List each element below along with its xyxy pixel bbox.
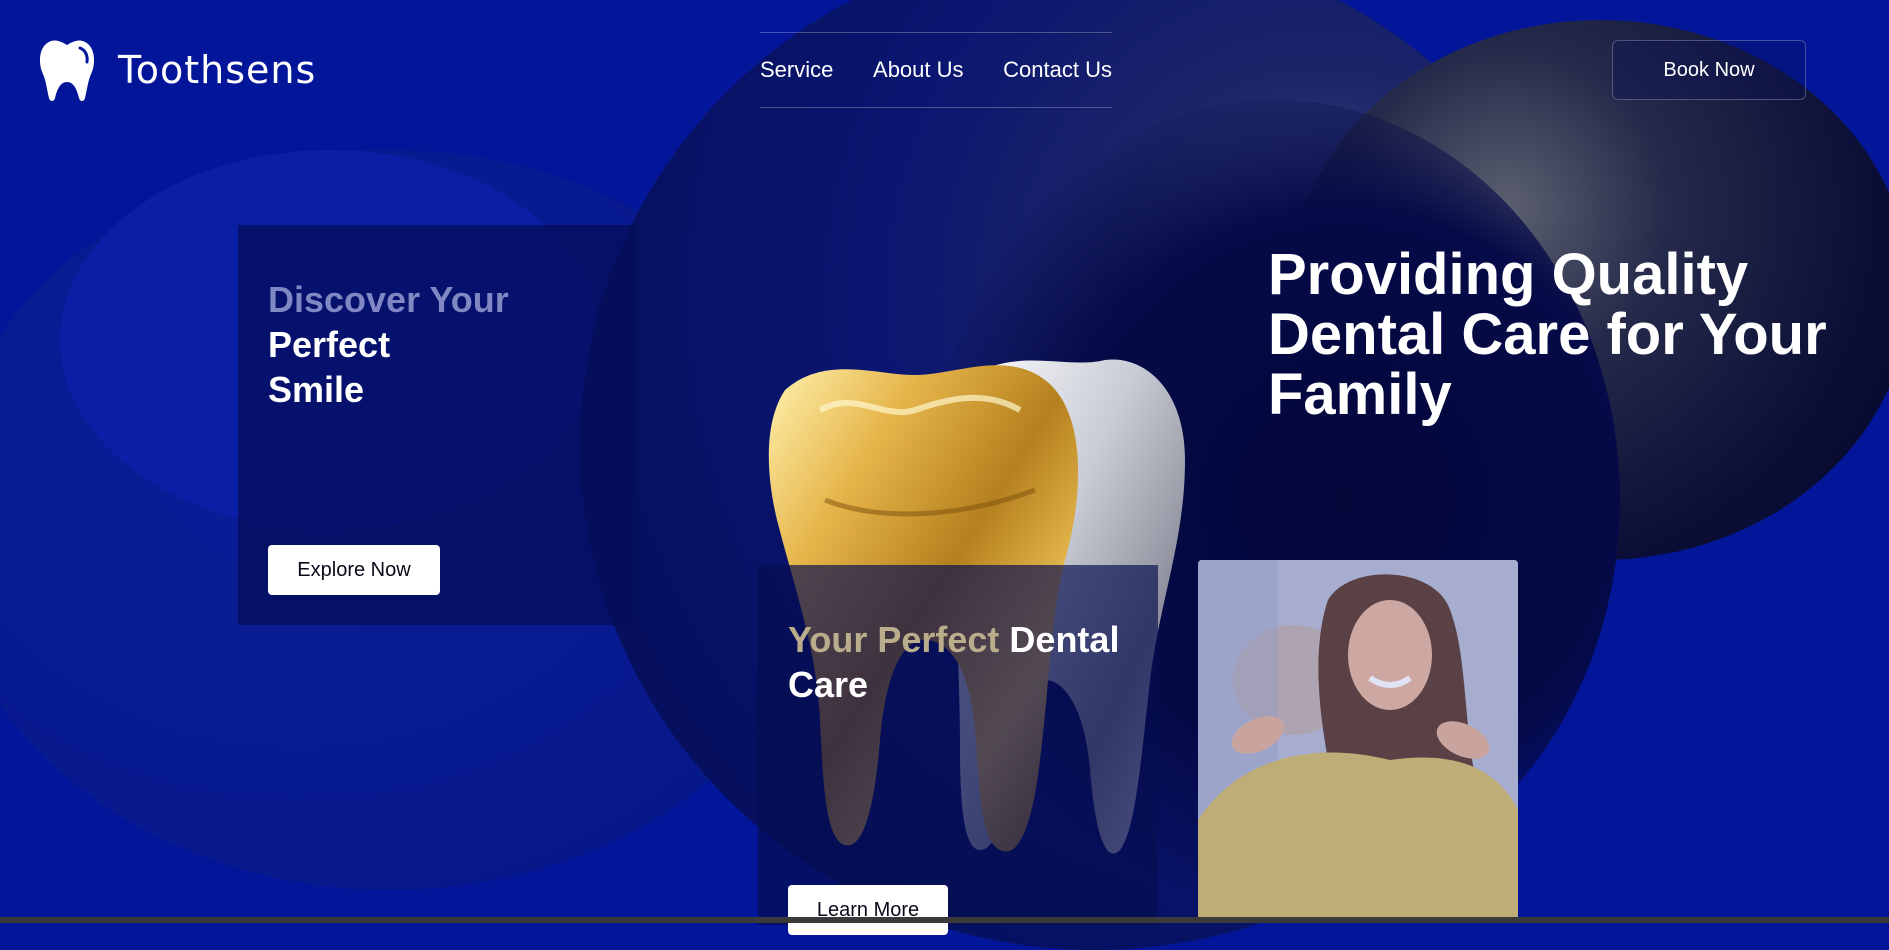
dental-title-bright: Dental — [1009, 619, 1120, 660]
brand-logo[interactable]: Toothsens — [36, 38, 316, 102]
hero-headline-line2: Dental Care for Your — [1268, 302, 1827, 367]
discover-card: Discover Your Perfect Smile Explore Now — [238, 225, 638, 625]
main-nav: Service About Us Contact Us — [760, 32, 1112, 108]
dental-title-bright-2: Care — [788, 664, 869, 705]
patient-illustration — [1198, 560, 1518, 923]
book-now-button[interactable]: Book Now — [1612, 40, 1806, 100]
bottom-scroll-edge — [0, 917, 1889, 923]
dental-care-card: Your Perfect Dental Care Learn More — [758, 565, 1158, 935]
discover-title-dim: Discover Your — [268, 279, 509, 320]
hero-headline-line1: Providing Quality — [1268, 242, 1749, 307]
nav-item-service[interactable]: Service — [760, 57, 833, 83]
nav-item-contact-us[interactable]: Contact Us — [1003, 57, 1112, 83]
discover-card-title: Discover Your Perfect Smile — [268, 277, 638, 412]
discover-title-bright-2: Smile — [268, 369, 365, 410]
brand-name: Toothsens — [118, 48, 317, 92]
dental-card-title: Your Perfect Dental Care — [788, 617, 1119, 707]
learn-more-button[interactable]: Learn More — [788, 885, 948, 935]
discover-title-bright: Perfect — [268, 324, 391, 365]
explore-now-button[interactable]: Explore Now — [268, 545, 440, 595]
tooth-icon — [39, 40, 95, 101]
smiling-patient-photo — [1198, 560, 1518, 923]
dental-title-dim: Your Perfect — [788, 619, 1000, 660]
hero-headline: Providing Quality Dental Care for Your F… — [1268, 245, 1888, 425]
hero-headline-line3: Family — [1268, 362, 1452, 427]
nav-item-about-us[interactable]: About Us — [873, 57, 964, 83]
